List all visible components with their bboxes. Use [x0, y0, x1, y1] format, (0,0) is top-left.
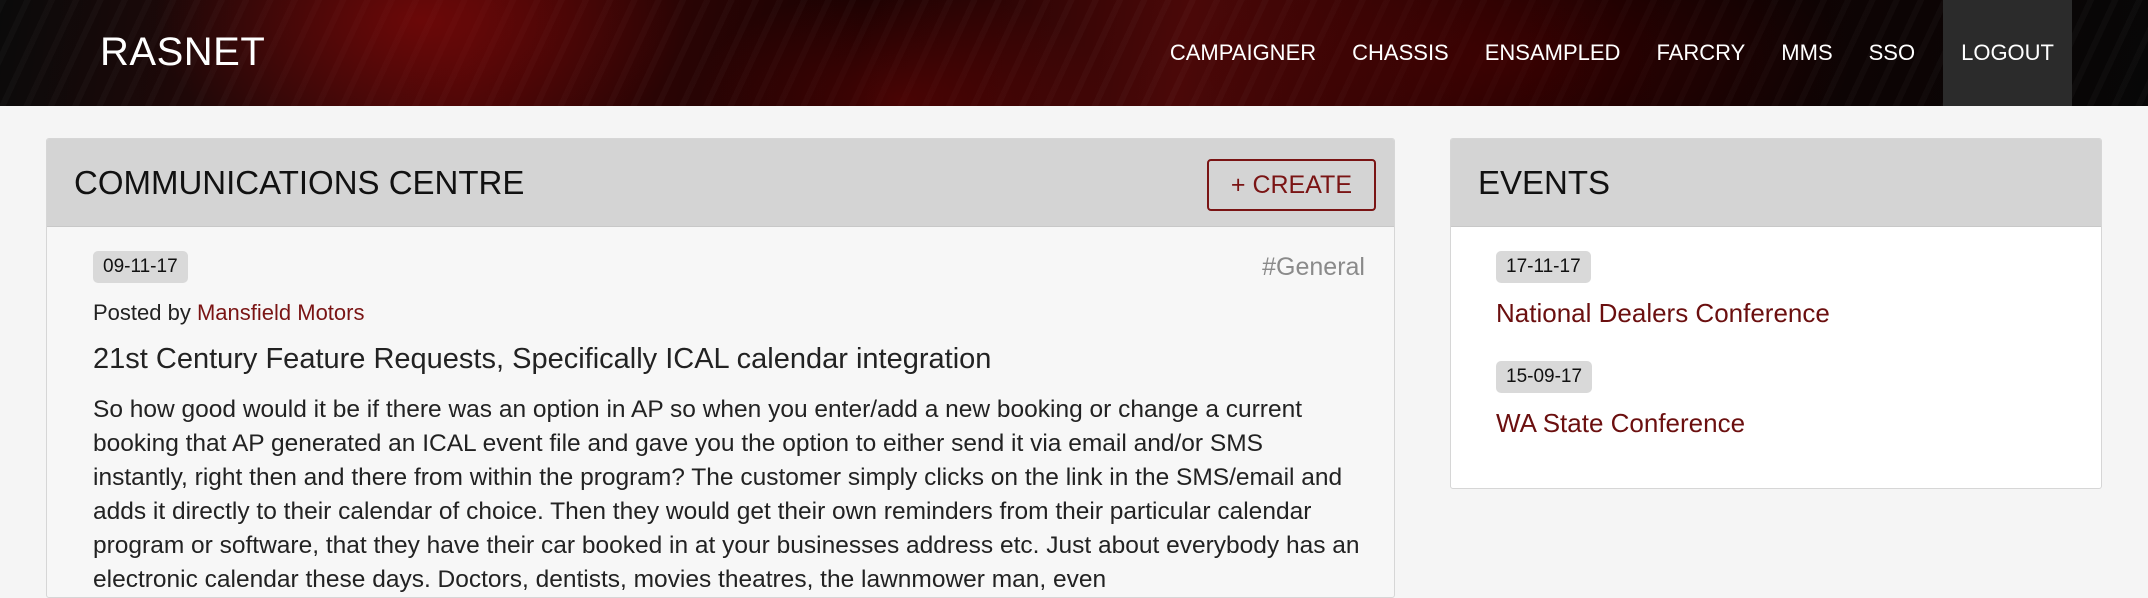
- post-byline: Posted by Mansfield Motors: [93, 299, 1363, 327]
- nav-item-chassis[interactable]: CHASSIS: [1334, 0, 1467, 106]
- events-list: 17-11-17 National Dealers Conference 15-…: [1496, 251, 1830, 471]
- nav-item-ensampled[interactable]: ENSAMPLED: [1467, 0, 1639, 106]
- event-link[interactable]: WA State Conference: [1496, 407, 1830, 439]
- event-item: 15-09-17 WA State Conference: [1496, 361, 1830, 439]
- post-tag[interactable]: #General: [1262, 253, 1365, 282]
- post-item: 09-11-17 #General Posted by Mansfield Mo…: [93, 251, 1365, 597]
- nav-item-farcry[interactable]: FARCRY: [1638, 0, 1763, 106]
- event-date-badge: 17-11-17: [1496, 251, 1591, 283]
- events-panel: EVENTS 17-11-17 National Dealers Confere…: [1450, 138, 2102, 489]
- communications-title: COMMUNICATIONS CENTRE: [74, 164, 525, 201]
- event-date-badge: 15-09-17: [1496, 361, 1593, 393]
- posted-by-label: Posted by: [93, 300, 191, 325]
- nav-item-campaigner[interactable]: CAMPAIGNER: [1152, 0, 1334, 106]
- communications-panel-heading: COMMUNICATIONS CENTRE + CREATE: [47, 139, 1394, 227]
- nav-menu: CAMPAIGNER CHASSIS ENSAMPLED FARCRY MMS …: [1152, 0, 2072, 106]
- post-title[interactable]: 21st Century Feature Requests, Specifica…: [93, 341, 1363, 377]
- brand-logo[interactable]: RASNET: [100, 28, 265, 76]
- post-date-badge: 09-11-17: [93, 251, 188, 283]
- events-title: EVENTS: [1478, 164, 1611, 201]
- top-navbar: RASNET CAMPAIGNER CHASSIS ENSAMPLED FARC…: [0, 0, 2148, 106]
- event-link[interactable]: National Dealers Conference: [1496, 297, 1830, 329]
- post-author-link[interactable]: Mansfield Motors: [197, 300, 365, 325]
- communications-panel: COMMUNICATIONS CENTRE + CREATE 09-11-17 …: [46, 138, 1395, 598]
- create-button[interactable]: + CREATE: [1206, 159, 1376, 211]
- nav-item-mms[interactable]: MMS: [1763, 0, 1850, 106]
- event-item: 17-11-17 National Dealers Conference: [1496, 251, 1830, 329]
- post-body: So how good would it be if there was an …: [93, 396, 1360, 593]
- nav-item-sso[interactable]: SSO: [1851, 0, 1933, 106]
- events-panel-heading: EVENTS: [1451, 139, 2101, 227]
- logout-button[interactable]: LOGOUT: [1943, 0, 2072, 106]
